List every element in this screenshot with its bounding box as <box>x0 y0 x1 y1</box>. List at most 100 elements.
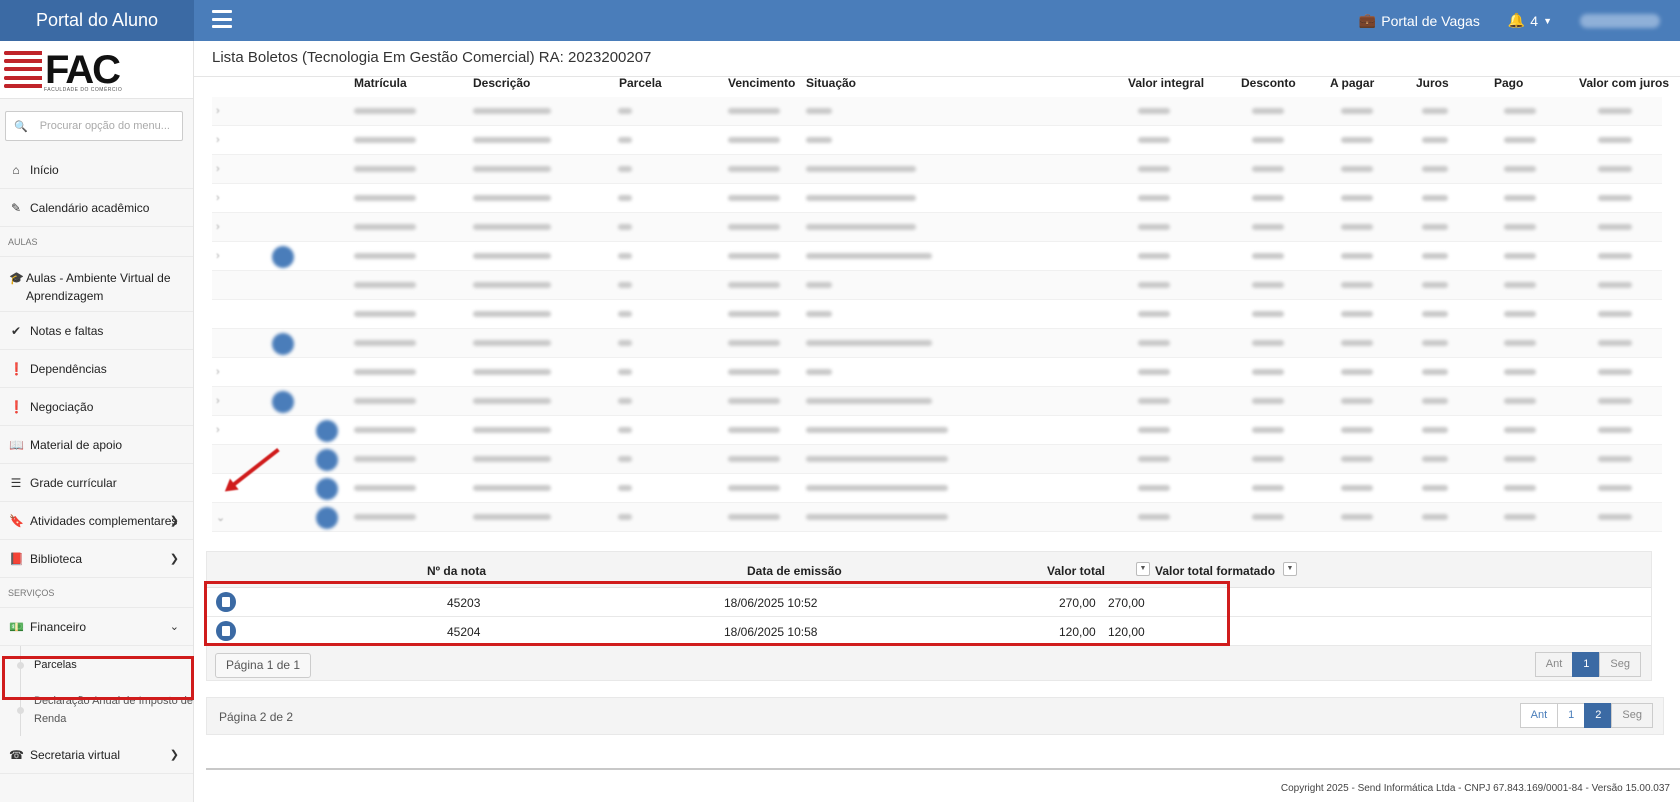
redacted-cell <box>1504 311 1536 317</box>
notifications-count: 4 <box>1530 12 1539 29</box>
page-1-button[interactable]: 1 <box>1557 703 1586 728</box>
table-row[interactable]: › <box>212 213 1662 242</box>
redacted-cell <box>1504 166 1536 172</box>
redacted-cell <box>473 427 551 433</box>
redacted-cell <box>1504 398 1536 404</box>
expand-row-icon[interactable]: › <box>216 366 220 378</box>
redacted-cell <box>1138 224 1170 230</box>
redacted-cell <box>1252 253 1284 259</box>
notas-page-label: Página 1 de 1 <box>215 653 312 678</box>
boleto-action-icon[interactable] <box>316 449 338 471</box>
redacted-cell <box>618 398 632 404</box>
expand-row-icon[interactable]: › <box>216 192 220 204</box>
boleto-action-icon[interactable] <box>316 420 338 442</box>
sort-valor-total-button[interactable]: ▼ <box>1136 562 1150 576</box>
table-row[interactable]: › <box>212 126 1662 155</box>
redacted-cell <box>473 108 551 114</box>
sidebar-item-biblioteca[interactable]: 📕 Biblioteca ❯ <box>0 540 193 578</box>
sidebar-item-grade[interactable]: ☰ Grade currícular <box>0 464 193 502</box>
menu-toggle-icon[interactable] <box>212 10 232 28</box>
sidebar-item-calendario[interactable]: ✎ Calendário acadêmico <box>0 189 193 227</box>
user-menu[interactable] <box>1580 13 1660 28</box>
table-row[interactable] <box>212 271 1662 300</box>
redacted-cell <box>728 253 780 259</box>
redacted-cell <box>473 398 551 404</box>
table-row[interactable]: › <box>212 242 1662 271</box>
redacted-cell <box>1422 311 1448 317</box>
sidebar-item-aulas-ava[interactable]: 🎓 Aulas - Ambiente Virtual de Aprendizage… <box>0 257 193 312</box>
boleto-action-icon[interactable] <box>272 333 294 355</box>
boleto-action-icon[interactable] <box>316 507 338 529</box>
redacted-cell <box>618 340 632 346</box>
redacted-cell <box>1341 398 1373 404</box>
sidebar-item-atividades[interactable]: 🔖 Atividades complementares ❯ <box>0 502 193 540</box>
redacted-cell <box>1598 514 1632 520</box>
table-row[interactable]: › <box>212 155 1662 184</box>
sidebar-item-label: Calendário acadêmico <box>30 200 150 215</box>
boleto-action-icon[interactable] <box>316 478 338 500</box>
table-row[interactable]: › <box>212 184 1662 213</box>
redacted-cell <box>1252 195 1284 201</box>
boleto-action-icon[interactable] <box>272 246 294 268</box>
prev-page-button[interactable]: Ant <box>1534 652 1574 677</box>
expand-row-icon[interactable]: › <box>216 105 220 117</box>
logo-text: FAC <box>45 47 121 92</box>
collapse-row-icon[interactable]: ⌄ <box>216 511 225 524</box>
sidebar-item-financeiro[interactable]: 💵 Financeiro ⌄ <box>0 608 193 646</box>
col-pago: Pago <box>1494 76 1524 90</box>
expand-row-icon[interactable]: › <box>216 221 220 233</box>
sidebar-item-label: Biblioteca <box>30 551 83 566</box>
sidebar-item-notas[interactable]: ✔ Notas e faltas <box>0 312 193 350</box>
redacted-cell <box>1252 137 1284 143</box>
menu-search-input[interactable]: 🔍 Procurar opção do menu... <box>5 111 183 141</box>
redacted-cell <box>1138 282 1170 288</box>
portal-vagas-link[interactable]: 💼 Portal de Vagas <box>1359 12 1480 29</box>
expand-row-icon[interactable]: › <box>216 395 220 407</box>
sidebar-item-label: Grade currícular <box>30 475 117 490</box>
brand-title[interactable]: Portal do Aluno <box>0 0 194 41</box>
expand-row-icon[interactable]: › <box>216 250 220 262</box>
notifications-button[interactable]: 🔔 4 ▼ <box>1508 12 1552 29</box>
table-row[interactable] <box>212 445 1662 474</box>
redacted-cell <box>1341 282 1373 288</box>
table-row[interactable]: › <box>212 97 1662 126</box>
expand-row-icon[interactable]: › <box>216 424 220 436</box>
sidebar-item-label: Aulas - Ambiente Virtual de Aprendizagem <box>26 271 171 303</box>
sort-valor-formatado-button[interactable]: ▼ <box>1283 562 1297 576</box>
sidebar-item-material[interactable]: 📖 Material de apoio <box>0 426 193 464</box>
redacted-cell <box>806 195 916 201</box>
table-row[interactable] <box>212 300 1662 329</box>
footer-divider <box>206 768 1680 770</box>
sidebar-item-label: Início <box>30 162 59 177</box>
table-row[interactable] <box>212 474 1662 503</box>
col-nota: Nº da nota <box>427 564 487 578</box>
col-a-pagar: A pagar <box>1330 76 1375 90</box>
redacted-cell <box>1504 137 1536 143</box>
boleto-action-icon[interactable] <box>272 391 294 413</box>
redacted-cell <box>1341 340 1373 346</box>
redacted-cell <box>1252 456 1284 462</box>
table-row[interactable]: › <box>212 416 1662 445</box>
expand-row-icon[interactable]: › <box>216 134 220 146</box>
next-page-button[interactable]: Seg <box>1611 703 1653 728</box>
next-page-button[interactable]: Seg <box>1599 652 1641 677</box>
redacted-cell <box>473 195 551 201</box>
prev-page-button[interactable]: Ant <box>1519 703 1559 728</box>
boletos-page-label: Página 2 de 2 <box>219 710 294 724</box>
page-2-button[interactable]: 2 <box>1584 703 1613 728</box>
page-1-button[interactable]: 1 <box>1572 652 1601 677</box>
table-row[interactable]: › <box>212 387 1662 416</box>
sidebar-item-inicio[interactable]: ⌂ Início <box>0 151 193 189</box>
table-row[interactable]: › <box>212 358 1662 387</box>
col-juros: Juros <box>1416 76 1449 90</box>
sidebar-item-label: Financeiro <box>30 619 87 634</box>
table-row[interactable]: ⌄ <box>212 503 1662 532</box>
sidebar-item-negociacao[interactable]: ❗ Negociação <box>0 388 193 426</box>
expand-row-icon[interactable]: › <box>216 163 220 175</box>
boletos-table-header: Matrícula Descrição Parcela Vencimento S… <box>194 72 1680 92</box>
search-icon: 🔍 <box>14 120 28 133</box>
sidebar-item-secretaria[interactable]: ☎ Secretaria virtual ❯ <box>0 736 193 774</box>
sidebar-item-dependencias[interactable]: ❗ Dependências <box>0 350 193 388</box>
table-row[interactable] <box>212 329 1662 358</box>
boletos-table-body: › › › › › › › › › ⌄ <box>212 97 1662 532</box>
